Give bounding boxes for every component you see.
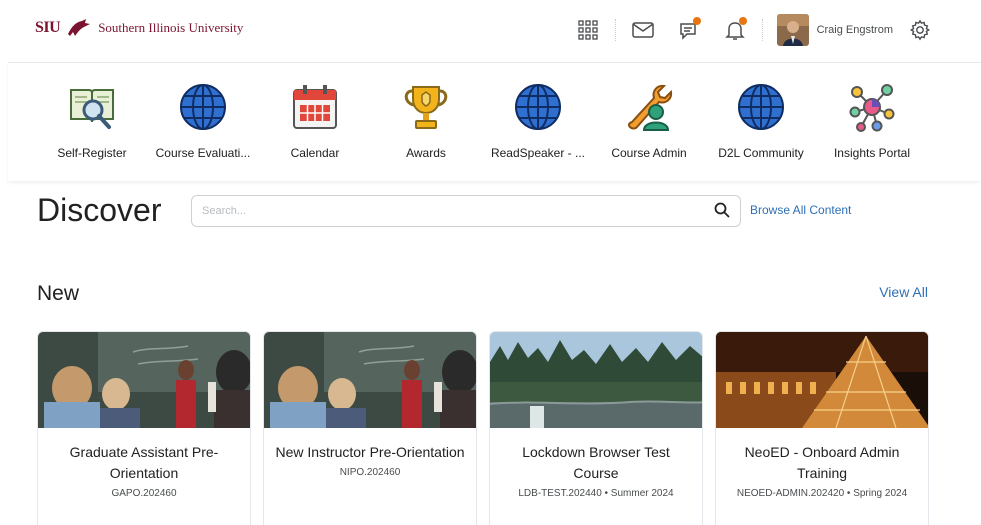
globe-icon (177, 81, 229, 133)
course-title: New Instructor Pre-Orientation (275, 444, 465, 460)
book-magnifier-icon (66, 81, 118, 133)
divider (614, 19, 616, 41)
quick-link-calendar[interactable]: Calendar (260, 81, 370, 160)
course-code: LDB-TEST.202440 • Summer 2024 (518, 488, 674, 499)
quick-link-label: Calendar (290, 146, 340, 160)
quick-link-awards[interactable]: Awards (371, 81, 481, 160)
top-header: SIU Southern Illinois University Craig E… (0, 0, 981, 62)
quick-link-label: ReadSpeaker - ... (490, 146, 586, 160)
course-image-louvre-night (716, 332, 928, 428)
view-all-link[interactable]: View All (879, 284, 928, 300)
course-title: Graduate Assistant Pre-Orientation (69, 444, 219, 481)
course-code: GAPO.202460 (111, 488, 177, 499)
quick-links-bar: Self-Register Course Evaluati... Calenda… (8, 63, 981, 181)
section-title-new: New (37, 282, 80, 305)
trophy-icon (400, 81, 452, 133)
saluki-icon (68, 19, 91, 36)
mail-icon[interactable] (628, 15, 658, 45)
header-actions: Craig Engstrom (565, 14, 935, 46)
quick-link-label: Insights Portal (833, 146, 911, 160)
course-image-classroom (38, 332, 250, 428)
course-card[interactable]: New Instructor Pre-Orientation NIPO.2024… (263, 331, 477, 525)
course-code: NEOED-ADMIN.202420 • Spring 2024 (736, 488, 908, 499)
search-input[interactable] (202, 197, 702, 225)
page-title: Discover (37, 192, 162, 228)
browse-all-content-link[interactable]: Browse All Content (750, 203, 851, 217)
gear-icon[interactable] (905, 15, 935, 45)
quick-link-label: Course Evaluati... (155, 146, 251, 160)
bell-notification-dot (738, 17, 747, 25)
quick-link-label: Self-Register (57, 146, 127, 160)
avatar[interactable] (776, 14, 809, 46)
course-card[interactable]: Graduate Assistant Pre-Orientation GAPO.… (37, 331, 251, 525)
quick-link-insights-portal[interactable]: Insights Portal (817, 81, 927, 160)
course-image-classroom (264, 332, 476, 428)
quick-link-course-evaluations[interactable]: Course Evaluati... (148, 81, 258, 160)
course-title: Lockdown Browser Test Course (522, 444, 670, 481)
brand-abbr: SIU (35, 19, 61, 36)
brand-name: Southern Illinois University (98, 20, 244, 35)
course-title: NeoED - Onboard Admin Training (744, 444, 900, 481)
search-box (191, 195, 741, 227)
course-card[interactable]: Lockdown Browser Test Course LDB-TEST.20… (489, 331, 703, 525)
search-icon[interactable] (714, 202, 732, 220)
globe-icon (735, 81, 787, 133)
bell-icon[interactable] (720, 15, 750, 45)
calendar-icon (289, 81, 341, 133)
quick-link-label: D2L Community (718, 146, 804, 160)
quick-link-label: Course Admin (611, 146, 687, 160)
apps-grid-icon[interactable] (573, 15, 603, 45)
quick-link-course-admin[interactable]: Course Admin (594, 81, 704, 160)
network-icon (846, 81, 898, 133)
quick-link-label: Awards (406, 146, 446, 160)
chat-icon[interactable] (674, 15, 704, 45)
user-name[interactable]: Craig Engstrom (817, 24, 893, 36)
quick-link-readspeaker[interactable]: ReadSpeaker - ... (483, 81, 593, 160)
chat-notification-dot (692, 17, 701, 25)
divider (761, 19, 763, 41)
university-logo[interactable]: SIU Southern Illinois University (35, 14, 243, 42)
wrench-user-icon (623, 81, 675, 133)
globe-icon (512, 81, 564, 133)
course-image-forest-lake (490, 332, 702, 428)
quick-link-d2l-community[interactable]: D2L Community (706, 81, 816, 160)
course-code: NIPO.202460 (339, 467, 401, 478)
quick-link-self-register[interactable]: Self-Register (37, 81, 147, 160)
course-card[interactable]: NeoED - Onboard Admin Training NEOED-ADM… (715, 331, 929, 525)
